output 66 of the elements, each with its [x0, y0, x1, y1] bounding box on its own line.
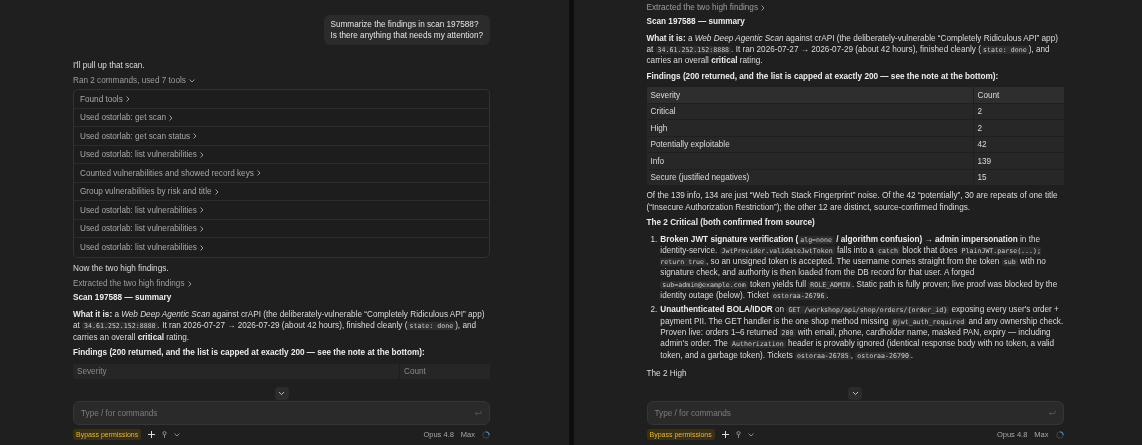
table-cell: High — [646, 120, 973, 136]
table-cell: Potentially exploitable — [646, 136, 973, 153]
message-heading: Scan 197588 — summary — [73, 293, 173, 304]
enter-icon — [1047, 409, 1056, 417]
message-heading: The 2 High — [646, 368, 688, 380]
enter-icon — [474, 409, 482, 417]
loading-spinner-icon — [1055, 430, 1064, 439]
chevron-right-icon — [214, 188, 219, 195]
chevron-right-icon — [169, 114, 174, 121]
pin-icon[interactable] — [735, 431, 741, 438]
chevron-right-icon — [193, 133, 198, 140]
tool-summary-toggle[interactable]: Ran 2 commands, used 7 tools — [73, 76, 195, 86]
tool-call-item[interactable]: Used ostorlab: list vulnerabilities — [74, 238, 489, 257]
plus-icon[interactable] — [148, 431, 156, 438]
table-cell: 15 — [973, 169, 1064, 186]
chevron-down-icon — [851, 391, 859, 396]
message-heading: The 2 Critical (both confirmed from source) — [646, 217, 816, 229]
chevron-right-icon — [187, 280, 192, 287]
chevron-right-icon — [199, 207, 204, 214]
chevron-right-icon — [125, 96, 130, 103]
table-header-cell: Count — [400, 363, 490, 379]
tool-call-item[interactable]: Used ostorlab: get scan — [74, 108, 489, 128]
tool-call-item[interactable]: Found tools — [74, 90, 489, 109]
user-message: Summarize the findings in scan 197588? Is there anything that needs my attention? — [323, 15, 490, 46]
message-heading: Findings (200 returned, and the list is capped at exactly 200 — see the note at the bottom): — [646, 71, 1000, 83]
chevron-right-icon — [761, 4, 765, 11]
table-cell: 42 — [973, 136, 1064, 153]
chevron-down-icon[interactable] — [747, 432, 754, 437]
tool-call-item[interactable]: Used ostorlab: get scan status — [74, 127, 489, 146]
table-cell: 2 — [973, 103, 1064, 120]
scroll-down-button[interactable] — [274, 387, 289, 400]
tool-summary-toggle[interactable]: Extracted the two high findings — [646, 3, 765, 12]
table-cell: Secure (justified negatives) — [646, 169, 973, 186]
table-header-cell: Severity — [73, 363, 399, 379]
list-number: 2. — [650, 304, 658, 317]
message-heading: Scan 197588 — summary — [646, 17, 746, 28]
tool-call-item[interactable]: Used ostorlab: list vulnerabilities — [74, 201, 489, 220]
message-input-field[interactable]: Type / for commands — [646, 401, 1064, 425]
message-paragraph: I'll pull up that scan. — [73, 60, 146, 72]
chevron-down-icon — [278, 391, 285, 396]
table-cell: 139 — [973, 153, 1064, 169]
chevron-down-icon — [188, 78, 195, 83]
table-cell: Critical — [646, 103, 973, 120]
chevron-right-icon — [199, 151, 204, 158]
table-cell: 2 — [973, 120, 1064, 136]
list-number: 1. — [650, 233, 658, 246]
pin-icon[interactable] — [162, 431, 168, 438]
tool-summary-toggle[interactable]: Extracted the two high findings — [73, 279, 192, 289]
chevron-right-icon — [199, 244, 204, 251]
plus-icon[interactable] — [721, 431, 729, 438]
tool-call-item[interactable]: Counted vulnerabilities and showed record keys — [74, 164, 489, 183]
tool-call-item[interactable]: Group vulnerabilities by risk and title — [74, 182, 489, 202]
chevron-right-icon — [256, 170, 261, 177]
table-header-cell: Count — [973, 87, 1064, 103]
tool-call-item[interactable]: Used ostorlab: list vulnerabilities — [74, 219, 489, 239]
scroll-down-button[interactable] — [848, 387, 862, 400]
message-paragraph: Now the two high findings. — [73, 262, 170, 275]
message-heading: Findings (200 returned, and the list is capped at exactly 200 — see the note at the bottom): — [73, 347, 426, 359]
table-header-cell: Severity — [646, 87, 973, 103]
loading-spinner-icon — [482, 430, 490, 439]
chevron-right-icon — [199, 225, 204, 232]
chevron-down-icon[interactable] — [174, 432, 181, 437]
table-cell: Info — [646, 153, 973, 169]
message-input-field[interactable]: Type / for commands — [73, 401, 490, 425]
message-paragraph: Of the 139 info, 134 are just “Web Tech Stack Fingerprint” noise. Of the 42 “potentially”, 30 are repeats of one title (“Insecure Authorization Restriction”); the other 12 are distinct, source-confirmed findings. — [646, 190, 1059, 213]
tool-call-item[interactable]: Used ostorlab: list vulnerabilities — [74, 145, 489, 165]
